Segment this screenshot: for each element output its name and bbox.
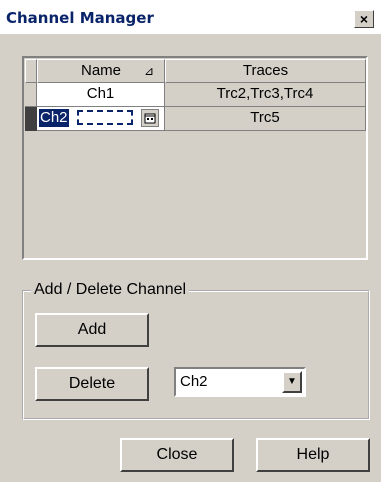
calendar-picker-icon[interactable]	[141, 109, 159, 127]
cell-edit-focus-box	[77, 110, 133, 125]
delete-button[interactable]: Delete	[35, 367, 149, 401]
channel-select[interactable]: Ch2 ▼	[174, 367, 306, 397]
close-button[interactable]: Close	[120, 438, 234, 472]
window-title: Channel Manager	[6, 9, 154, 27]
row-header-corner	[25, 59, 37, 83]
cell-traces-text: Trc5	[250, 109, 280, 126]
group-label: Add / Delete Channel	[31, 281, 190, 299]
table-cell-name[interactable]: Ch1	[37, 83, 165, 107]
channel-table: Name ⊿ Traces Ch1 Trc2,Trc3,Trc4 Ch2 Trc…	[22, 56, 368, 260]
dropdown-arrow-icon[interactable]: ▼	[282, 371, 302, 393]
column-header-name[interactable]: Name ⊿	[37, 59, 165, 83]
cell-traces-text: Trc2,Trc3,Trc4	[216, 85, 314, 102]
sort-ascending-icon: ⊿	[143, 64, 154, 78]
row-indicator[interactable]	[25, 83, 37, 107]
channel-select-value: Ch2	[180, 373, 208, 390]
close-window-button[interactable]: ×	[354, 10, 374, 28]
add-button[interactable]: Add	[35, 313, 149, 347]
column-header-name-label: Name	[80, 62, 121, 79]
cell-name-text: Ch1	[86, 85, 115, 102]
column-header-traces-label: Traces	[242, 62, 289, 79]
help-button[interactable]: Help	[256, 438, 370, 472]
table-cell-traces[interactable]: Trc5	[165, 107, 366, 131]
table-cell-traces[interactable]: Trc2,Trc3,Trc4	[165, 83, 366, 107]
title-bar: Channel Manager ×	[0, 0, 381, 34]
cell-name-edit-text[interactable]: Ch2	[39, 109, 69, 127]
row-indicator-active[interactable]	[25, 107, 37, 131]
table-cell-name-editor[interactable]: Ch2	[37, 107, 165, 131]
column-header-traces[interactable]: Traces	[165, 59, 366, 83]
